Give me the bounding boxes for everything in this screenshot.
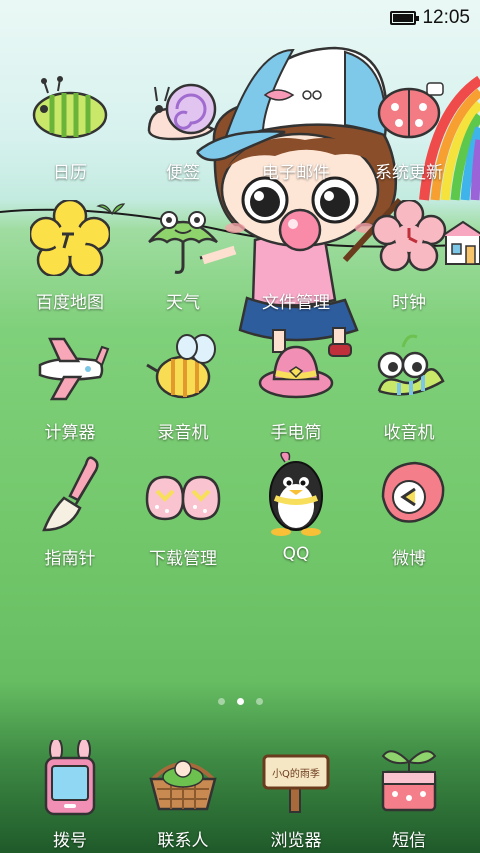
app-calendar[interactable]: 日历 [15, 66, 125, 194]
dock-sms[interactable]: 短信 [354, 736, 464, 851]
download-shoes-icon [141, 452, 225, 536]
page-dot-active[interactable] [236, 698, 244, 705]
app-label: 微博 [392, 549, 426, 569]
dock-contacts[interactable]: 联系人 [128, 736, 238, 851]
app-label: 下载管理 [149, 549, 217, 569]
app-label: 指南针 [44, 549, 96, 569]
app-radio[interactable]: 收音机 [354, 326, 464, 454]
weibo-shell-icon [367, 452, 451, 536]
clock-flower-icon [367, 196, 451, 280]
phone-bunny-icon [28, 736, 112, 820]
flashlight-hat-icon [254, 326, 338, 410]
app-qq[interactable]: QQ [241, 452, 351, 580]
weather-frog-umbrella-icon [141, 196, 225, 280]
battery-full-icon [390, 11, 420, 25]
map-flower-icon [28, 196, 112, 280]
file-manager-icon [254, 196, 338, 280]
app-recorder[interactable]: 录音机 [128, 326, 238, 454]
app-label: 文件管理 [262, 293, 330, 313]
app-weibo[interactable]: 微博 [354, 452, 464, 580]
app-email[interactable]: 电子邮件 [241, 66, 351, 194]
dock-dialer[interactable]: 拨号 [15, 736, 125, 851]
status-time: 12:05 [422, 7, 470, 28]
app-weather[interactable]: 天气 [128, 196, 238, 324]
page-dot[interactable] [255, 698, 263, 705]
app-file-manager[interactable]: 文件管理 [241, 196, 351, 324]
recorder-bee-icon [141, 326, 225, 410]
email-icon [254, 66, 338, 150]
dock-label: 短信 [392, 831, 426, 851]
app-label: 系统更新 [375, 163, 443, 183]
system-update-ladybug-icon [367, 66, 451, 150]
app-baidu-map[interactable]: 百度地图 [15, 196, 125, 324]
notes-snail-icon [141, 66, 225, 150]
calculator-airplane-icon [28, 326, 112, 410]
app-label: QQ [282, 544, 310, 564]
app-download-manager[interactable]: 下载管理 [128, 452, 238, 580]
browser-sign-icon: 小Q的雨季 [254, 736, 338, 820]
dock-label: 拨号 [53, 831, 87, 851]
app-system-update[interactable]: 系统更新 [354, 66, 464, 194]
app-label: 计算器 [44, 423, 96, 443]
calendar-caterpillar-icon [28, 66, 112, 150]
app-label: 百度地图 [36, 293, 104, 313]
app-calculator[interactable]: 计算器 [15, 326, 125, 454]
app-label: 电子邮件 [262, 163, 330, 183]
page-indicator [0, 698, 480, 705]
app-clock[interactable]: 时钟 [354, 196, 464, 324]
browser-sign-text: 小Q的雨季 [272, 767, 320, 780]
dock-label: 联系人 [157, 831, 209, 851]
dock-browser[interactable]: 小Q的雨季 浏览器 [241, 736, 351, 851]
app-label: 时钟 [392, 293, 426, 313]
status-bar: 12:05 [0, 0, 480, 36]
app-label: 录音机 [157, 423, 209, 443]
app-compass[interactable]: 指南针 [15, 452, 125, 580]
app-label: 手电筒 [270, 423, 322, 443]
app-label: 便签 [166, 163, 200, 183]
qq-penguin-icon [254, 452, 338, 536]
compass-shovel-icon [28, 452, 112, 536]
app-label: 收音机 [383, 423, 435, 443]
contacts-basket-icon [141, 736, 225, 820]
sms-sprout-icon [367, 736, 451, 820]
app-label: 天气 [166, 293, 200, 313]
page-dot[interactable] [217, 698, 225, 705]
app-flashlight[interactable]: 手电筒 [241, 326, 351, 454]
app-notes[interactable]: 便签 [128, 66, 238, 194]
radio-snail-icon [367, 326, 451, 410]
dock-label: 浏览器 [270, 831, 322, 851]
app-label: 日历 [53, 163, 87, 183]
